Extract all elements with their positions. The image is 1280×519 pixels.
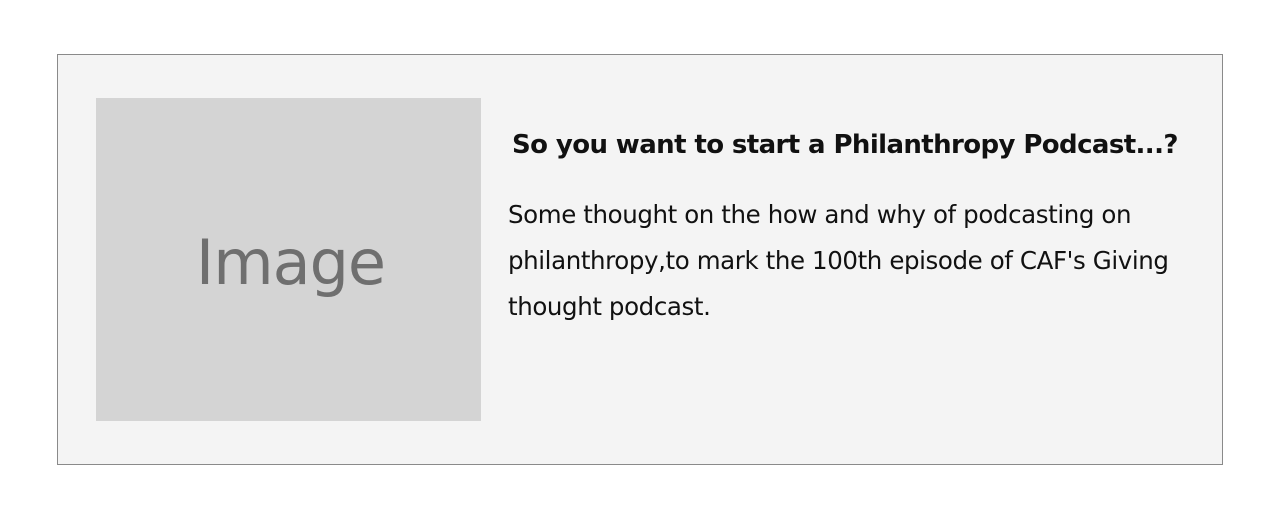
article-title[interactable]: So you want to start a Philanthropy Podc…	[512, 127, 1212, 163]
article-description: Some thought on the how and why of podca…	[508, 200, 1169, 321]
image-placeholder-label: Image	[195, 226, 386, 299]
image-placeholder[interactable]: Image	[96, 98, 481, 421]
article-card[interactable]: Image So you want to start a Philanthrop…	[57, 54, 1223, 465]
